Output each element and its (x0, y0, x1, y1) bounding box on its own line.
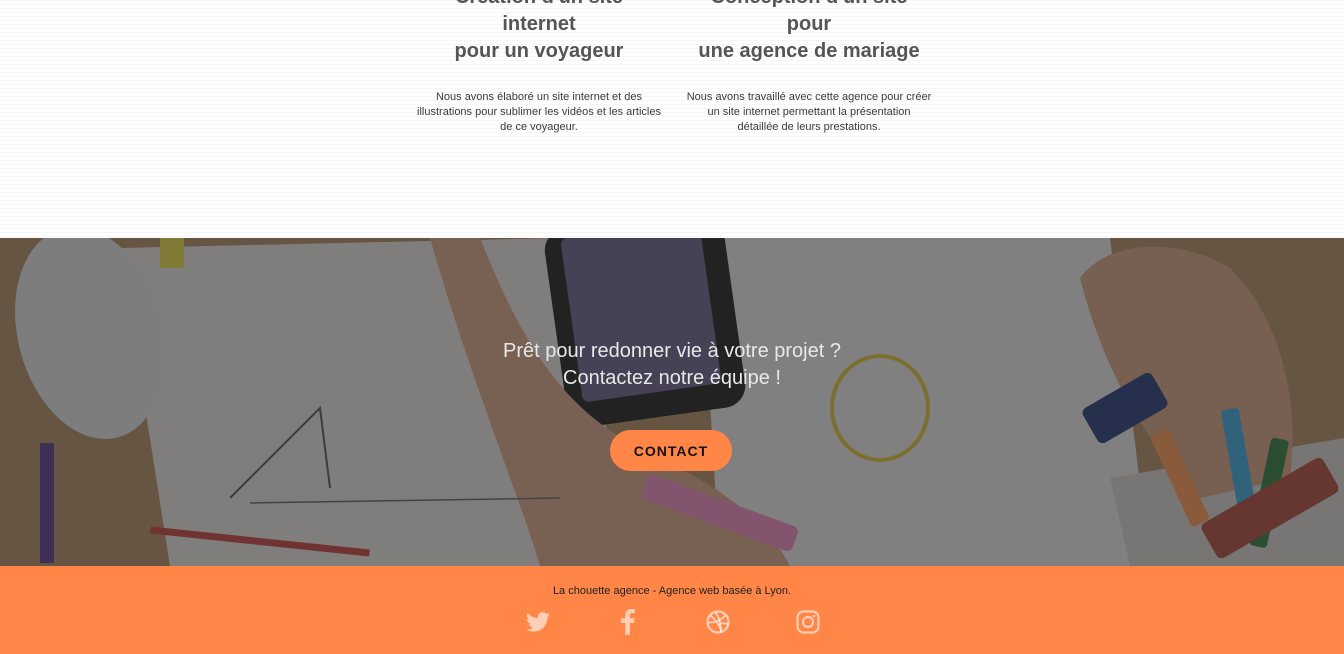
card-title-line2: pour un voyageur (454, 40, 624, 62)
instagram-icon[interactable] (793, 607, 823, 637)
portfolio-card-wedding[interactable]: Conception d'un site pour une agence de … (686, 0, 932, 135)
card-title-line1: Création d'un site internet (455, 0, 623, 35)
cta-line1: Prêt pour redonner vie à votre projet ? (503, 340, 841, 362)
background-dark-overlay (0, 238, 1344, 566)
card-description: Nous avons travaillé avec cette agence p… (686, 91, 932, 133)
card-title: Création d'un site internet pour un voya… (416, 0, 662, 65)
card-description: Nous avons élaboré un site internet et d… (417, 91, 661, 133)
cta-line2: Contactez notre équipe ! (563, 367, 781, 389)
portfolio-card-traveler[interactable]: Création d'un site internet pour un voya… (416, 0, 662, 135)
contact-call-to-action: Prêt pour redonner vie à votre projet ? … (0, 338, 1344, 392)
card-title-line2: une agence de mariage (698, 40, 920, 62)
card-title-line1: Conception d'un site pour (711, 0, 908, 35)
twitter-icon[interactable] (523, 607, 553, 637)
footer-tagline: La chouette agence - Agence web basée à … (552, 585, 792, 597)
footer: La chouette agence - Agence web basée à … (0, 566, 1344, 654)
card-title: Conception d'un site pour une agence de … (686, 0, 932, 65)
contact-button[interactable]: CONTACT (610, 430, 732, 471)
contact-banner: Prêt pour redonner vie à votre projet ? … (0, 238, 1344, 566)
facebook-icon[interactable] (613, 607, 643, 637)
dribbble-icon[interactable] (703, 607, 733, 637)
portfolio-section: Création d'un site internet pour un voya… (0, 0, 1344, 238)
